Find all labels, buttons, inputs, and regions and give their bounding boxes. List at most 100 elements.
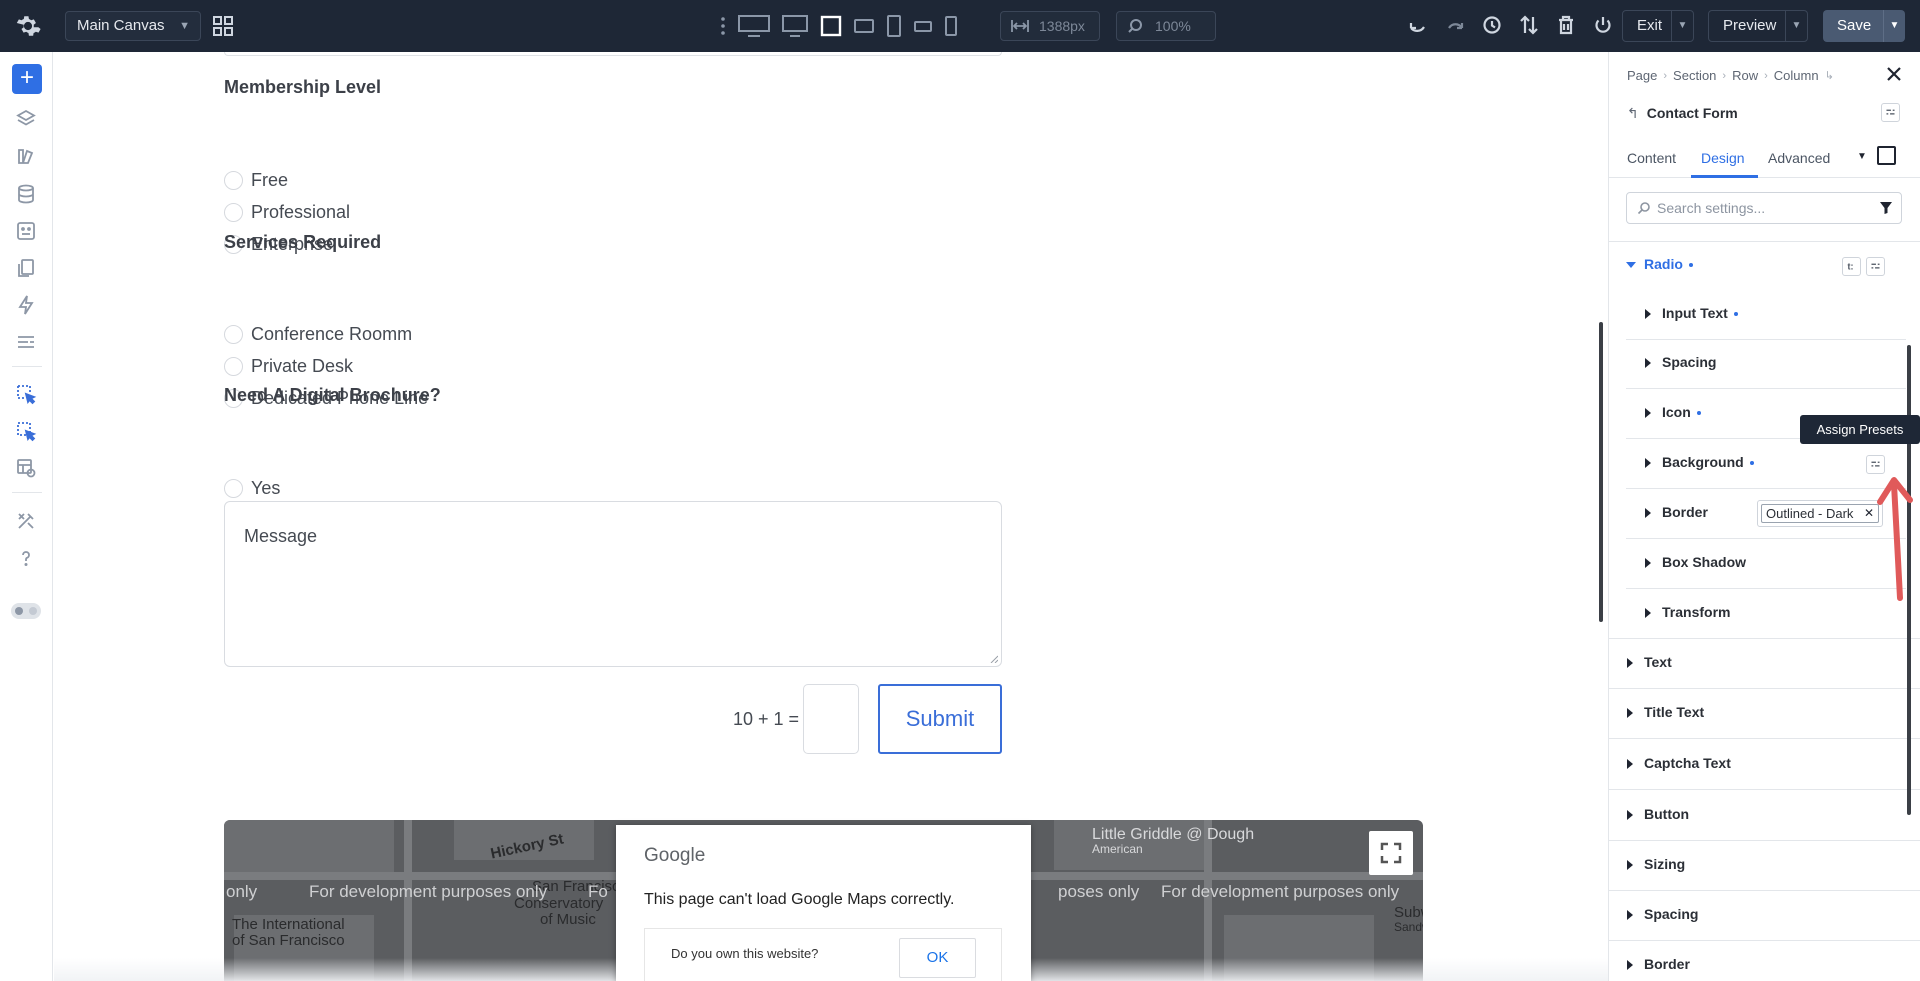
digital-brochure-title: Need A Digital Brochure? [224,385,441,405]
canvas-width-field[interactable]: 1388px [1000,11,1100,41]
message-textarea[interactable]: Message [224,501,1002,667]
layers-icon[interactable] [15,108,37,130]
preview-button[interactable]: Preview ▼ [1708,10,1808,42]
radio-button[interactable] [224,478,243,498]
click-mode-icon[interactable] [15,383,37,405]
caret-right-icon [1645,458,1651,468]
sidebar-divider [12,366,42,367]
option-group-title-text[interactable]: Title Text [1609,690,1920,739]
dynamic-preset-icon[interactable]: t: [1842,257,1861,276]
option-spacing[interactable]: Spacing [1609,340,1920,389]
option-group-sizing[interactable]: Sizing [1609,842,1920,891]
caret-right-icon [1627,910,1633,920]
option-group-border[interactable]: Border [1609,942,1920,981]
search-icon [1128,19,1142,33]
power-icon[interactable] [1593,14,1613,36]
help-icon[interactable] [15,547,37,569]
row-divider [1626,388,1906,389]
border-preset-chip[interactable]: Outlined - Dark ✕ [1757,500,1883,527]
search-settings-input[interactable]: Search settings... [1626,192,1902,224]
tab-design[interactable]: Design [1701,150,1745,166]
radio-option[interactable]: Yes [224,477,280,499]
captcha-input[interactable] [803,684,859,754]
undo-icon[interactable] [1408,14,1428,36]
tablet-landscape-icon[interactable] [854,17,874,35]
save-button[interactable]: Save ▼ [1823,10,1905,42]
map-error-message: This page can't load Google Maps correct… [644,891,955,908]
sort-arrows-icon[interactable] [1519,14,1539,36]
chevron-down-icon[interactable]: ▼ [1883,10,1905,42]
chevron-down-icon[interactable]: ▼ [1671,11,1693,41]
option-group-captcha-text[interactable]: Captcha Text [1609,741,1920,790]
settings-list-icon[interactable] [15,331,37,353]
resize-grip-icon[interactable] [990,655,998,663]
breadcrumb-page[interactable]: Page [1627,68,1657,83]
device-switcher [720,14,958,38]
option-input-text[interactable]: Input Text [1609,291,1920,340]
zoom-field[interactable]: 100% [1116,11,1216,41]
radio-button[interactable] [224,202,243,222]
canvas-selector[interactable]: Main Canvas ▼ [65,11,201,41]
history-clock-icon[interactable] [1482,14,1502,36]
dark-mode-toggle[interactable] [11,603,41,619]
radio-option[interactable]: Professional [224,201,350,223]
radio-option[interactable]: Conference Roomm [224,323,412,345]
gear-icon[interactable] [14,12,42,40]
desktop-icon[interactable] [782,15,808,37]
map-block [224,820,394,880]
tab-content[interactable]: Content [1627,150,1676,166]
wireframe-view-icon[interactable] [15,457,37,479]
lightning-icon[interactable] [15,294,37,316]
filter-icon[interactable] [1879,201,1893,215]
map-dev-watermark: Fo [588,882,608,901]
radio-button[interactable] [224,324,243,344]
breadcrumb-row[interactable]: Row [1732,68,1758,83]
option-group-spacing[interactable]: Spacing [1609,892,1920,941]
radio-option[interactable]: Free [224,169,288,191]
portability-icon[interactable] [15,220,37,242]
expand-square-icon[interactable] [1877,146,1896,165]
more-vertical-icon[interactable] [720,16,726,36]
tablet-portrait-icon[interactable] [886,15,902,37]
modified-dot [1733,312,1738,317]
back-arrow-icon[interactable]: ↰ [1627,105,1639,121]
option-label: Transform [1662,604,1731,620]
tools-icon[interactable] [15,510,37,532]
ok-button[interactable]: OK [899,938,976,978]
radio-option[interactable]: Private Desk [224,355,353,377]
option-group-button[interactable]: Button [1609,792,1920,841]
database-icon[interactable] [15,183,37,205]
grid-icon[interactable] [212,15,234,37]
chevron-down-icon[interactable]: ▼ [1785,11,1807,41]
desktop-wide-icon[interactable] [738,15,770,37]
breadcrumb-column[interactable]: Column [1774,68,1819,83]
search-icon [1637,202,1650,215]
breadcrumb-section[interactable]: Section [1673,68,1716,83]
phone-portrait-icon[interactable] [944,16,958,36]
redo-icon[interactable] [1445,14,1465,36]
radio-button[interactable] [224,170,243,190]
map-place-label: Subw [1394,904,1423,921]
exit-button[interactable]: Exit ▼ [1622,10,1694,42]
caret-down-icon[interactable]: ▼ [1857,151,1867,162]
hover-mode-icon[interactable] [15,420,37,442]
submit-button[interactable]: Submit [878,684,1002,754]
presets-icon[interactable] [1881,103,1900,122]
laptop-icon[interactable] [820,15,842,37]
map-dev-watermark: poses only [1058,882,1140,901]
trash-icon[interactable] [1556,14,1576,36]
pages-icon[interactable] [15,257,37,279]
add-module-button[interactable]: + [12,64,42,94]
fullscreen-icon[interactable] [1369,831,1413,875]
option-group-text[interactable]: Text [1609,640,1920,689]
option-group-radio[interactable]: Radio t: [1609,242,1920,291]
close-icon[interactable] [1885,65,1903,83]
canvas-scrollbar[interactable] [1599,322,1603,622]
presets-icon[interactable] [1866,257,1885,276]
radio-button[interactable] [224,356,243,376]
tab-advanced[interactable]: Advanced [1768,150,1830,166]
caret-down-icon [1626,262,1636,268]
phone-landscape-icon[interactable] [914,18,932,34]
theme-builder-icon[interactable] [15,145,37,167]
map-place-label: of Music [540,911,596,928]
